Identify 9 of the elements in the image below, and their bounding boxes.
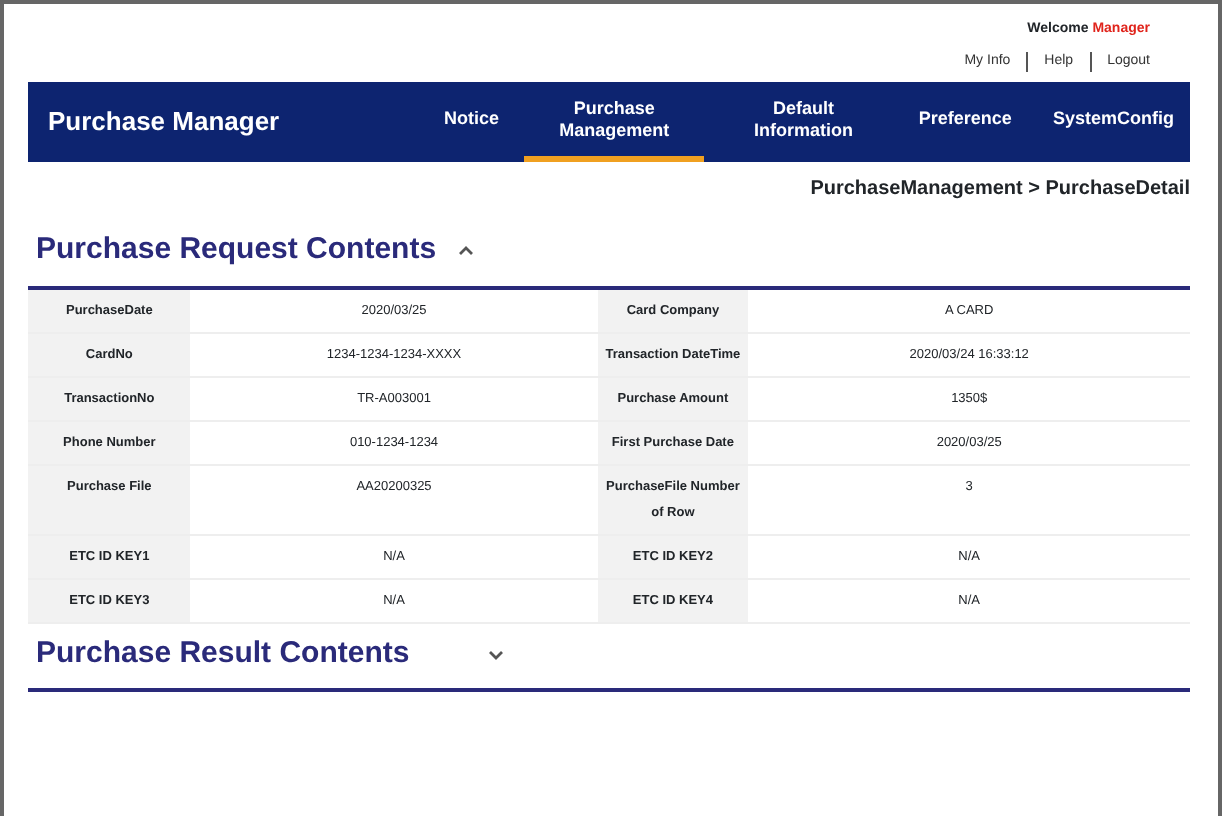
nav-tab[interactable]: Preference <box>902 82 1028 162</box>
nav-tab[interactable]: Notice <box>428 82 516 162</box>
section-title: Purchase Result Contents <box>36 633 410 673</box>
nav-tab[interactable]: SystemConfig <box>1036 82 1190 162</box>
brand-title: Purchase Manager <box>46 104 282 141</box>
section-title: Purchase Request Contents <box>36 230 437 270</box>
breadcrumb: PurchaseManagement > PurchaseDetail <box>808 176 1190 204</box>
nav-tab[interactable]: Default Information <box>713 82 894 162</box>
nav-tab[interactable]: Purchase Management <box>524 82 705 162</box>
